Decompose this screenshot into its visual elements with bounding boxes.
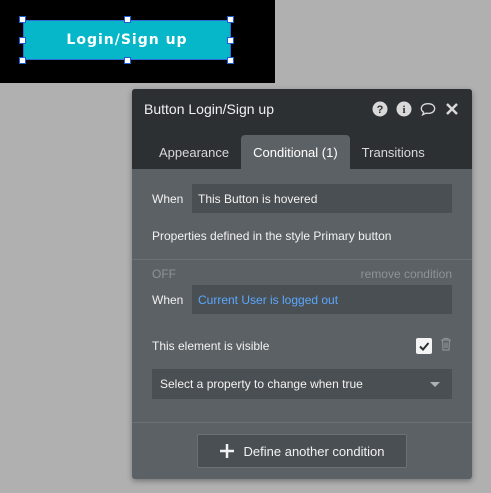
checkmark-icon xyxy=(419,341,430,351)
define-another-condition-button[interactable]: Define another condition xyxy=(197,434,407,468)
section-divider xyxy=(132,259,472,260)
help-icon[interactable]: ? xyxy=(372,101,388,117)
condition-2-when-row: When Current User is logged out xyxy=(152,285,452,314)
resize-handle-tl[interactable] xyxy=(19,16,26,23)
svg-text:?: ? xyxy=(377,104,384,116)
tab-appearance[interactable]: Appearance xyxy=(147,135,241,169)
resize-handle-bm[interactable] xyxy=(124,57,131,64)
resize-handle-bl[interactable] xyxy=(19,57,26,64)
trash-icon[interactable] xyxy=(440,337,452,354)
property-dropdown[interactable]: Select a property to change when true xyxy=(152,369,452,399)
define-another-condition-label: Define another condition xyxy=(243,443,385,459)
property-editor-panel: Button Login/Sign up ? i Appearance Cond… xyxy=(132,89,472,479)
when-label: When xyxy=(152,292,184,307)
canvas-preview: Login/Sign up xyxy=(0,0,275,83)
tab-transitions[interactable]: Transitions xyxy=(350,135,437,169)
condition-1-expression[interactable]: This Button is hovered xyxy=(192,184,452,213)
comment-icon[interactable] xyxy=(420,101,436,117)
resize-handle-tr[interactable] xyxy=(227,16,234,23)
condition-2-expression[interactable]: Current User is logged out xyxy=(192,285,452,314)
when-label: When xyxy=(152,191,184,206)
chevron-down-icon xyxy=(430,382,440,387)
tab-bar: Appearance Conditional (1) Transitions xyxy=(132,129,472,169)
condition-1-when-row: When This Button is hovered xyxy=(152,184,452,213)
resize-handle-mr[interactable] xyxy=(227,37,234,44)
resize-handle-tm[interactable] xyxy=(124,16,131,23)
property-row: This element is visible xyxy=(152,337,452,354)
visible-checkbox[interactable] xyxy=(416,337,432,354)
info-icon[interactable]: i xyxy=(396,101,412,117)
style-note: Properties defined in the style Primary … xyxy=(152,229,392,243)
plus-icon xyxy=(219,444,234,458)
panel-header[interactable]: Button Login/Sign up ? i xyxy=(132,89,472,129)
login-signup-button[interactable]: Login/Sign up xyxy=(23,20,231,60)
tab-conditional[interactable]: Conditional (1) xyxy=(241,135,350,169)
resize-handle-br[interactable] xyxy=(227,57,234,64)
close-icon[interactable] xyxy=(444,101,460,117)
resize-handle-ml[interactable] xyxy=(19,37,26,44)
footer-divider xyxy=(132,422,472,423)
property-label: This element is visible xyxy=(152,338,270,353)
condition-2-status[interactable]: OFF xyxy=(152,267,176,281)
svg-text:i: i xyxy=(402,104,405,116)
panel-title: Button Login/Sign up xyxy=(144,101,274,117)
property-dropdown-placeholder: Select a property to change when true xyxy=(160,377,363,391)
remove-condition-link[interactable]: remove condition xyxy=(361,267,452,281)
